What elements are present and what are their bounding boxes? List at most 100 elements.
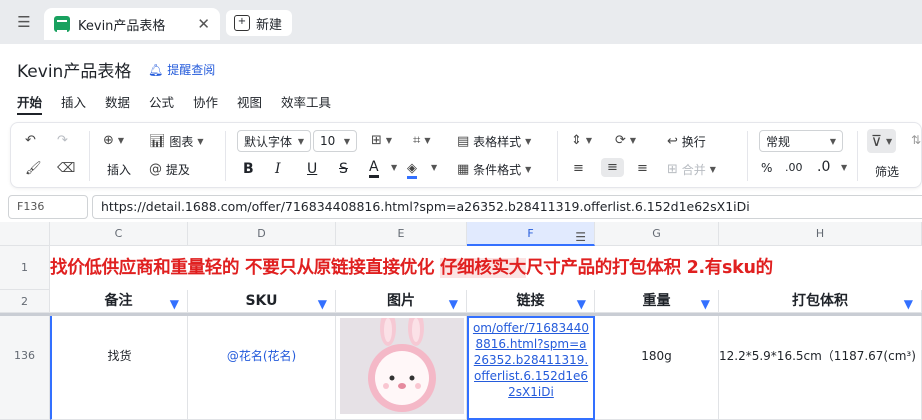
- cell-link[interactable]: om/offer/716834408816.html?spm=a26352.b2…: [467, 316, 595, 420]
- font-color-dropdown[interactable]: ▼: [387, 163, 397, 172]
- vertical-align-button[interactable]: ⇕ ▼: [571, 133, 592, 148]
- close-icon[interactable]: ✕: [197, 16, 210, 32]
- chart-button[interactable]: 📊︎ 图表 ▼: [149, 133, 204, 150]
- document-title[interactable]: Kevin产品表格: [17, 57, 131, 82]
- header-sku[interactable]: SKU ▼: [188, 290, 336, 313]
- instruction-text[interactable]: 找价低供应商和重量轻的 不要只从原链接直接优化 仔细核实大尺寸产品的打包体积 2…: [50, 246, 922, 290]
- product-link[interactable]: om/offer/716834408816.html?spm=a26352.b2…: [469, 318, 593, 402]
- at-icon: @: [149, 162, 162, 177]
- font-size-select[interactable]: 10 ▼: [313, 130, 357, 152]
- italic-button[interactable]: I: [275, 161, 281, 177]
- wrap-button[interactable]: ↩ 换行: [663, 131, 710, 152]
- mention-button[interactable]: @ 提及: [149, 161, 190, 178]
- tab-new[interactable]: + 新建: [226, 10, 292, 36]
- product-image[interactable]: [340, 318, 464, 414]
- instruction-highlight: 仔细核实大: [439, 258, 526, 278]
- table-style-button[interactable]: ▤ 表格样式 ▼: [457, 133, 531, 150]
- filter-icon[interactable]: ▼: [701, 293, 710, 312]
- decimal-decrease-button[interactable]: .0: [817, 159, 830, 175]
- menu-view[interactable]: 视图: [237, 92, 262, 111]
- menu-collab[interactable]: 协作: [193, 92, 218, 111]
- column-header-f[interactable]: F ☰: [467, 222, 595, 246]
- merge-button[interactable]: ⊞ 合并 ▼: [667, 161, 716, 178]
- font-family-select[interactable]: 默认字体 ▼: [237, 130, 311, 152]
- fill-color-button[interactable]: ◈: [407, 161, 417, 179]
- menu-data[interactable]: 数据: [105, 92, 130, 111]
- border-button[interactable]: ⊞ ▼: [371, 133, 392, 148]
- separator: [747, 131, 748, 181]
- menu-efficiency-tools[interactable]: 效率工具: [281, 92, 331, 111]
- formula-input[interactable]: https://detail.1688.com/offer/7168344088…: [92, 195, 922, 219]
- header-package-volume[interactable]: 打包体积 ▼: [719, 290, 922, 313]
- filter-icon[interactable]: ▼: [170, 293, 179, 312]
- crop-button[interactable]: ⌗ ▼: [413, 133, 430, 148]
- number-format-select[interactable]: 常规 ▼: [759, 130, 843, 152]
- cell-package-volume[interactable]: 12.2*5.9*16.5cm（1187.67(cm³): [719, 316, 922, 420]
- formula-bar: F136 https://detail.1688.com/offer/71683…: [0, 193, 922, 221]
- font-color-button[interactable]: A: [369, 159, 379, 178]
- more-tools-icon[interactable]: ⇅: [911, 133, 921, 147]
- filter-icon[interactable]: ▼: [904, 293, 913, 312]
- tab-kevin-table[interactable]: Kevin产品表格 ✕: [44, 8, 220, 40]
- column-header-e[interactable]: E: [336, 222, 467, 246]
- spreadsheet-grid[interactable]: C D E F ☰ G H 1 找价低供应商和重量轻的 不要只从原链接直接优化 …: [0, 222, 922, 420]
- more-format-dropdown[interactable]: ▼: [837, 163, 847, 172]
- strikethrough-button[interactable]: S: [339, 161, 348, 177]
- grid-icon: ▦: [457, 162, 470, 177]
- bold-button[interactable]: B: [243, 161, 254, 177]
- menu-start[interactable]: 开始: [17, 92, 42, 111]
- sheet-icon: [54, 16, 70, 32]
- header-link[interactable]: 链接 ▼: [467, 290, 595, 313]
- menu-icon[interactable]: ☰: [14, 12, 34, 32]
- row-header-2[interactable]: 2: [0, 290, 50, 313]
- decimal-increase-button[interactable]: .00: [785, 161, 803, 174]
- text-rotate-button[interactable]: ⟳ ▼: [615, 133, 636, 148]
- header-image[interactable]: 图片 ▼: [336, 290, 467, 313]
- wrap-label: 换行: [681, 135, 706, 149]
- menu-insert[interactable]: 插入: [61, 92, 86, 111]
- fill-color-dropdown[interactable]: ▼: [427, 163, 437, 172]
- redo-icon[interactable]: ↷: [57, 133, 68, 148]
- table-style-icon: ▤: [457, 134, 470, 149]
- align-left-button[interactable]: ≡: [573, 161, 584, 176]
- column-header-h[interactable]: H: [719, 222, 922, 246]
- merge-label: 合并: [681, 163, 706, 177]
- header-weight[interactable]: 重量 ▼: [595, 290, 719, 313]
- align-right-button[interactable]: ≡: [637, 161, 648, 176]
- tab-title: Kevin产品表格: [78, 18, 166, 34]
- wrap-icon: ↩: [667, 134, 678, 149]
- remind-button[interactable]: 🔔︎ 提醒查阅: [148, 61, 215, 78]
- menu-formula[interactable]: 公式: [149, 92, 174, 111]
- row-header-1[interactable]: 1: [0, 246, 50, 290]
- row-header-136[interactable]: 136: [0, 316, 50, 420]
- cell-weight[interactable]: 180g: [595, 316, 719, 420]
- filter-icon[interactable]: ▼: [318, 293, 327, 312]
- column-header-c[interactable]: C: [50, 222, 188, 246]
- conditional-format-button[interactable]: ▦ 条件格式 ▼: [457, 161, 531, 178]
- new-tab-icon: +: [234, 15, 250, 31]
- filter-icon[interactable]: ▼: [449, 293, 458, 312]
- cell-note[interactable]: 找货: [50, 316, 188, 420]
- cell-reference[interactable]: F136: [8, 195, 88, 219]
- column-header-g[interactable]: G: [595, 222, 719, 246]
- header-note[interactable]: 备注 ▼: [50, 290, 188, 313]
- eraser-icon[interactable]: ⌫: [57, 161, 75, 176]
- undo-icon[interactable]: ↶: [25, 133, 36, 148]
- filter-icon[interactable]: ▼: [577, 293, 586, 312]
- insert-button[interactable]: ⊕ ▼: [103, 133, 124, 148]
- menu-bar: 开始 插入 数据 公式 协作 视图 效率工具: [0, 88, 922, 114]
- select-all-corner[interactable]: [0, 222, 50, 246]
- number-format-value: 常规: [766, 134, 791, 149]
- font-size-value: 10: [320, 134, 336, 148]
- format-painter-icon[interactable]: 🖌︎: [25, 161, 42, 176]
- column-header-d[interactable]: D: [188, 222, 336, 246]
- instruction-part-c: 尺寸产品的打包体积 2.有sku的: [525, 258, 773, 278]
- filter-label[interactable]: 筛选: [875, 163, 899, 180]
- filter-button[interactable]: ⊽ ▼: [867, 129, 897, 153]
- cell-sku[interactable]: @花名(花名): [188, 316, 336, 420]
- header-weight-label: 重量: [642, 293, 671, 309]
- percent-button[interactable]: %: [761, 161, 772, 175]
- insert-label[interactable]: 插入: [107, 161, 131, 178]
- underline-button[interactable]: U: [307, 161, 317, 177]
- align-center-button[interactable]: ≡: [601, 158, 624, 177]
